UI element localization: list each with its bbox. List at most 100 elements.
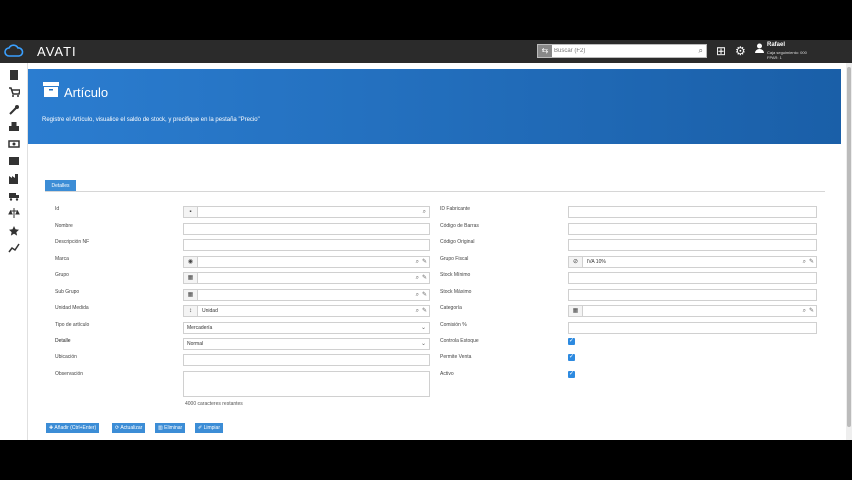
tipo-articulo-select[interactable]: Mercadería ⌄ xyxy=(183,322,430,334)
archive-icon xyxy=(43,82,59,97)
id-fabricante-field[interactable] xyxy=(568,206,817,218)
chevron-down-icon[interactable]: ⌄ xyxy=(421,323,426,333)
edit-icon[interactable]: ✎ xyxy=(809,306,814,316)
stock-minimo-field[interactable] xyxy=(568,272,817,284)
eye-icon: ◉ xyxy=(184,257,198,267)
marca-field[interactable]: ◉ ⌕ ✎ xyxy=(183,256,430,268)
unidad-medida-label: Unidad Medida xyxy=(55,305,89,311)
search-icon[interactable]: ⌕ xyxy=(416,290,419,300)
sub-grupo-label: Sub Grupo xyxy=(55,289,80,295)
ubicacion-label: Ubicación xyxy=(55,354,77,360)
cloud-logo-icon xyxy=(4,44,24,57)
search-icon[interactable]: ⌕ xyxy=(416,257,419,267)
grupo-field[interactable]: ▦ ⌕ ✎ xyxy=(183,272,430,284)
factory-icon[interactable] xyxy=(8,173,20,185)
delete-button-label: Eliminar xyxy=(164,425,183,431)
categoria-label: Categoría xyxy=(440,305,462,311)
clear-button[interactable]: ✐ Limpiar xyxy=(195,423,223,433)
id-field[interactable]: ▪ ⌕ xyxy=(183,206,430,218)
permite-venta-checkbox[interactable]: ✓ xyxy=(568,354,575,361)
archive-small-icon: ▪ xyxy=(184,207,198,217)
line-chart-icon[interactable] xyxy=(8,242,20,254)
grupo-fiscal-value: IVA 10% xyxy=(587,259,606,265)
add-button-label: Añadir (Ctrl+Enter) xyxy=(54,425,97,431)
money-icon[interactable] xyxy=(8,138,20,150)
chevron-down-icon[interactable]: ⌄ xyxy=(421,339,426,349)
edit-icon[interactable]: ✎ xyxy=(422,257,427,267)
update-button[interactable]: ⟳ Actualizar xyxy=(112,423,146,433)
stock-maximo-label: Stock Máximo xyxy=(440,289,472,295)
cubes-icon[interactable] xyxy=(8,121,20,133)
char-counter: 4000 caracteres restantes xyxy=(185,401,243,407)
search-icon[interactable]: ⌕ xyxy=(699,45,703,57)
ubicacion-field[interactable] xyxy=(183,354,430,366)
detalle-select[interactable]: Normal ⌄ xyxy=(183,338,430,350)
marca-label: Marca xyxy=(55,256,69,262)
edit-icon[interactable]: ✎ xyxy=(422,306,427,316)
codigo-original-label: Código Original xyxy=(440,239,475,245)
codigo-barras-label: Código de Barras xyxy=(440,223,479,229)
user-avatar-icon xyxy=(755,43,764,53)
controla-estoque-checkbox[interactable]: ✓ xyxy=(568,338,575,345)
descripcion-nf-field[interactable] xyxy=(183,239,430,251)
detalle-value: Normal xyxy=(187,341,204,347)
grupo-label: Grupo xyxy=(55,272,69,278)
edit-icon[interactable]: ✎ xyxy=(809,257,814,267)
unidad-medida-field[interactable]: ↕ Unidad ⌕ ✎ xyxy=(183,305,430,317)
search-icon[interactable]: ⌕ xyxy=(803,306,806,316)
tab-divider xyxy=(45,191,825,192)
activo-checkbox[interactable]: ✓ xyxy=(568,371,575,378)
update-button-label: Actualizar xyxy=(120,425,143,431)
categoria-field[interactable]: ▦ ⌕ ✎ xyxy=(568,305,817,317)
top-bar: AVATI ⇆ ⌕ ⊞ ⚙ Rafael Caja seguimiento: 0… xyxy=(0,40,852,63)
user-name: Rafael xyxy=(767,42,786,48)
trash-icon: ▥ xyxy=(158,425,163,431)
nombre-field[interactable] xyxy=(183,223,430,235)
wrench-icon[interactable] xyxy=(8,104,20,116)
descripcion-nf-label: Descripción NF xyxy=(55,239,90,245)
search-box[interactable]: ⇆ ⌕ xyxy=(537,44,707,58)
book-icon[interactable] xyxy=(8,69,20,81)
star-icon[interactable] xyxy=(8,225,20,237)
search-input[interactable] xyxy=(554,45,684,57)
stock-minimo-label: Stock Mínimo xyxy=(440,272,471,278)
page-scrollbar[interactable] xyxy=(846,63,852,440)
detalle-label: Detalle xyxy=(55,338,71,344)
scrollbar-thumb[interactable] xyxy=(847,67,851,427)
user-fpar: FPAR: 1 xyxy=(767,55,782,60)
add-button[interactable]: ✚ Añadir (Ctrl+Enter) xyxy=(46,423,100,433)
page-header: Artículo Registre el Artículo, visualice… xyxy=(28,69,841,144)
add-window-icon[interactable]: ⊞ xyxy=(716,44,726,58)
search-icon[interactable]: ⌕ xyxy=(416,306,419,316)
id-label: Id xyxy=(55,206,60,212)
refresh-icon: ⟳ xyxy=(115,425,120,431)
page-title: Artículo xyxy=(64,85,109,100)
eraser-icon: ✐ xyxy=(198,425,203,431)
comision-field[interactable] xyxy=(568,322,817,334)
sidebar xyxy=(0,63,28,440)
grid-icon: ▦ xyxy=(184,273,198,283)
sub-grupo-field[interactable]: ▦ ⌕ ✎ xyxy=(183,289,430,301)
observacion-label: Observación xyxy=(55,371,84,377)
delete-button[interactable]: ▥ Eliminar xyxy=(155,423,186,433)
search-icon[interactable]: ⌕ xyxy=(423,207,426,217)
box-icon[interactable] xyxy=(8,155,20,167)
stock-maximo-field[interactable] xyxy=(568,289,817,301)
edit-icon[interactable]: ✎ xyxy=(422,290,427,300)
truck-icon[interactable] xyxy=(8,190,20,202)
codigo-original-field[interactable] xyxy=(568,239,817,251)
activo-label: Activo xyxy=(440,371,454,377)
gear-icon[interactable]: ⚙ xyxy=(735,44,746,58)
observacion-textarea[interactable] xyxy=(183,371,430,397)
plus-icon: ✚ xyxy=(49,425,54,431)
search-icon[interactable]: ⌕ xyxy=(416,273,419,283)
controla-estoque-label: Controla Estoque xyxy=(440,338,479,344)
grupo-fiscal-field[interactable]: ⊘ IVA 10% ⌕ ✎ xyxy=(568,256,817,268)
cart-icon[interactable] xyxy=(8,86,20,98)
search-mode-icon[interactable]: ⇆ xyxy=(538,45,552,57)
id-fabricante-label: ID Fabricante xyxy=(440,206,471,212)
balance-scale-icon[interactable] xyxy=(8,207,20,219)
codigo-barras-field[interactable] xyxy=(568,223,817,235)
search-icon[interactable]: ⌕ xyxy=(803,257,806,267)
edit-icon[interactable]: ✎ xyxy=(422,273,427,283)
